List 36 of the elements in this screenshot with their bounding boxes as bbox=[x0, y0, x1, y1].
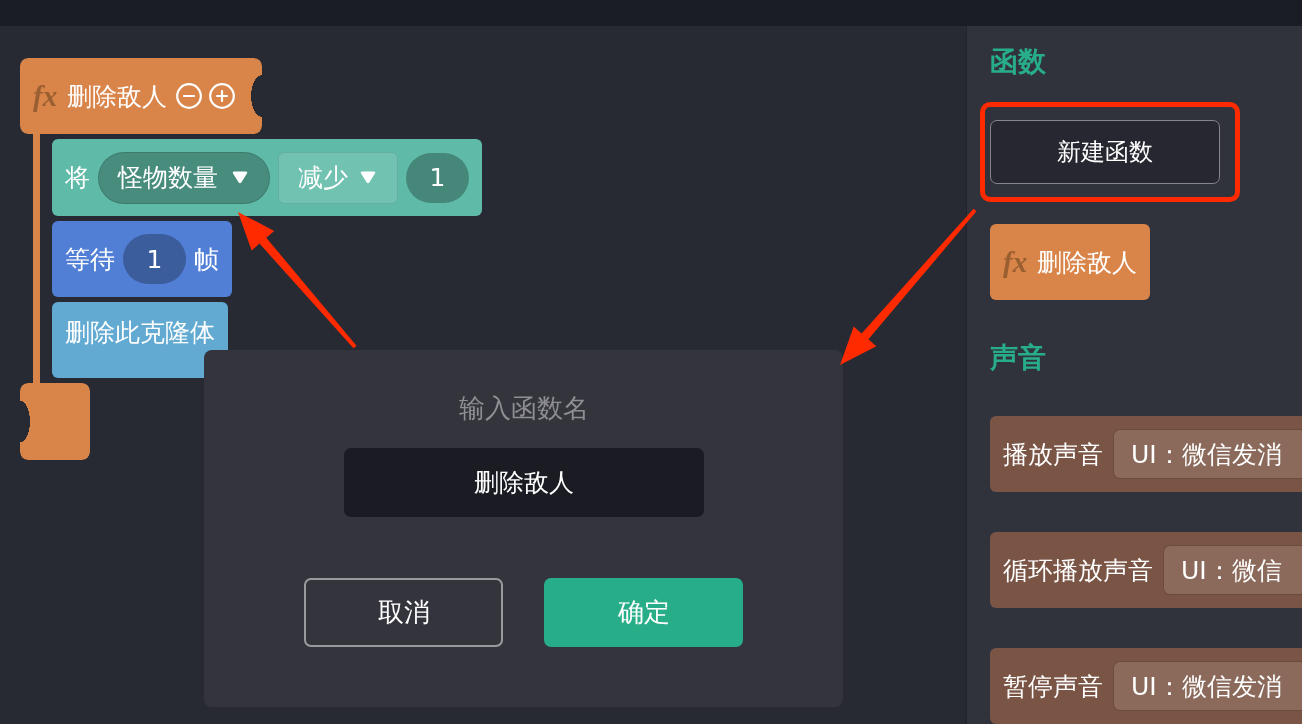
input-field[interactable]: 删除敌人 bbox=[343, 448, 704, 517]
fx-icon: fx bbox=[1003, 247, 1028, 277]
function-block[interactable]: fx 删除敌人 bbox=[990, 224, 1151, 300]
confirm-button[interactable]: 确定 bbox=[544, 578, 743, 647]
fx-icon: fx bbox=[33, 81, 58, 111]
sound-block[interactable]: 循环播放声音 UI：微信 bbox=[990, 532, 1302, 608]
block-label: 循环播放声音 bbox=[1003, 557, 1153, 583]
block-label: 帧 bbox=[194, 246, 219, 272]
block-label: 将 bbox=[65, 165, 90, 190]
wait-block[interactable]: 等待 1 帧 bbox=[52, 221, 232, 297]
category-title: 函数 bbox=[990, 44, 1046, 80]
block-label: 删除敌人 bbox=[67, 83, 168, 109]
block-label: 等待 bbox=[65, 246, 115, 272]
caret-down-icon bbox=[232, 171, 248, 184]
function-hat-block[interactable]: fx 删除敌人 bbox=[20, 58, 262, 134]
block-label: 暂停声音 bbox=[1003, 673, 1103, 699]
minus-circle-icon[interactable] bbox=[176, 83, 203, 109]
action-block[interactable]: 删除此克隆体 bbox=[52, 302, 228, 378]
caret-down-icon bbox=[360, 171, 376, 184]
sound-dropdown[interactable]: UI：微信 bbox=[1163, 545, 1302, 595]
dialog-title: 输入函数名 bbox=[458, 392, 589, 424]
cancel-button[interactable]: 取消 bbox=[304, 578, 503, 647]
variable-block[interactable]: 将 怪物数量 减少 1 bbox=[52, 139, 482, 216]
sound-dropdown[interactable]: UI：微信发消 bbox=[1113, 429, 1302, 479]
variable-dropdown[interactable]: 怪物数量 bbox=[98, 151, 270, 204]
sound-dropdown[interactable]: UI：微信发消 bbox=[1113, 661, 1302, 711]
sound-block[interactable]: 播放声音 UI：微信发消 bbox=[990, 416, 1302, 492]
block-label: 播放声音 bbox=[1003, 441, 1103, 467]
new-function-button[interactable]: 新建函数 bbox=[990, 120, 1220, 184]
plus-circle-icon[interactable] bbox=[209, 83, 236, 109]
number-input[interactable]: 1 bbox=[123, 234, 186, 284]
block-label: 删除敌人 bbox=[1037, 249, 1138, 275]
number-input[interactable]: 1 bbox=[406, 152, 469, 203]
sound-block[interactable]: 暂停声音 UI：微信发消 bbox=[990, 648, 1302, 724]
block-label: 删除此克隆体 bbox=[65, 320, 215, 345]
category-title: 声音 bbox=[990, 340, 1046, 376]
